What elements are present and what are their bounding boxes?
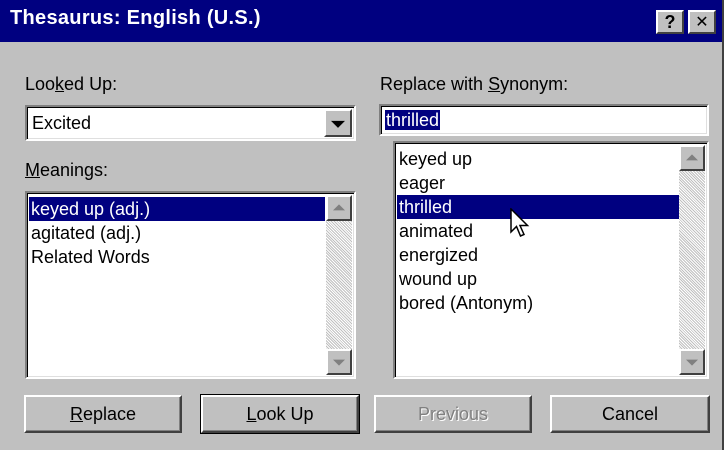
- replace-with-input[interactable]: thrilled: [379, 104, 709, 136]
- synonym-item-keyed-up[interactable]: keyed up: [397, 147, 679, 171]
- meanings-label: Meanings:: [25, 160, 109, 180]
- meaning-item-related-words[interactable]: Related Words: [29, 245, 325, 269]
- window-title: Thesaurus: English (U.S.): [10, 7, 261, 29]
- close-icon: ✕: [695, 14, 709, 31]
- synonym-item-energized[interactable]: energized: [397, 243, 679, 267]
- synonyms-scroll-up-button[interactable]: [679, 145, 705, 171]
- meanings-scroll-up-button[interactable]: [326, 195, 352, 221]
- arrow-down-icon: [686, 359, 698, 366]
- synonym-item-eager[interactable]: eager: [397, 171, 679, 195]
- meanings-scrollbar[interactable]: [326, 195, 352, 375]
- looked-up-label: Looked Up:: [25, 74, 118, 94]
- previous-button[interactable]: Previous: [374, 395, 532, 433]
- look-up-button[interactable]: Look Up: [200, 394, 360, 434]
- synonyms-scroll-down-button[interactable]: [679, 349, 705, 375]
- thesaurus-dialog: Thesaurus: English (U.S.) ? ✕ Looked Up:…: [0, 0, 724, 450]
- arrow-up-icon: [686, 154, 698, 161]
- meaning-item-keyed-up[interactable]: keyed up (adj.): [29, 197, 325, 221]
- meanings-scroll-down-button[interactable]: [326, 349, 352, 375]
- chevron-down-icon: [331, 120, 345, 128]
- replace-with-synonym-label: Replace with Synonym:: [380, 74, 569, 94]
- looked-up-value: Excited: [32, 113, 92, 133]
- synonym-item-wound-up[interactable]: wound up: [397, 267, 679, 291]
- synonym-item-thrilled[interactable]: thrilled: [397, 195, 679, 219]
- help-button[interactable]: ?: [656, 10, 684, 34]
- arrow-down-icon: [333, 359, 345, 366]
- looked-up-combobox[interactable]: Excited: [25, 105, 356, 141]
- title-bar[interactable]: Thesaurus: English (U.S.) ? ✕: [0, 0, 722, 42]
- arrow-up-icon: [333, 204, 345, 211]
- replace-with-value: thrilled: [385, 110, 441, 130]
- meanings-listbox[interactable]: keyed up (adj.) agitated (adj.) Related …: [25, 191, 356, 379]
- synonym-item-animated[interactable]: animated: [397, 219, 679, 243]
- replace-button[interactable]: Replace: [24, 395, 182, 433]
- synonyms-listbox[interactable]: keyed up eager thrilled animated energiz…: [393, 141, 709, 379]
- cancel-button[interactable]: Cancel: [550, 395, 710, 433]
- synonyms-scrollbar[interactable]: [679, 145, 705, 375]
- synonym-item-bored-antonym[interactable]: bored (Antonym): [397, 291, 679, 315]
- meaning-item-agitated[interactable]: agitated (adj.): [29, 221, 325, 245]
- looked-up-dropdown-button[interactable]: [324, 109, 352, 137]
- close-button[interactable]: ✕: [688, 10, 716, 34]
- mouse-pointer-icon: [510, 208, 530, 237]
- help-icon: ?: [664, 11, 676, 32]
